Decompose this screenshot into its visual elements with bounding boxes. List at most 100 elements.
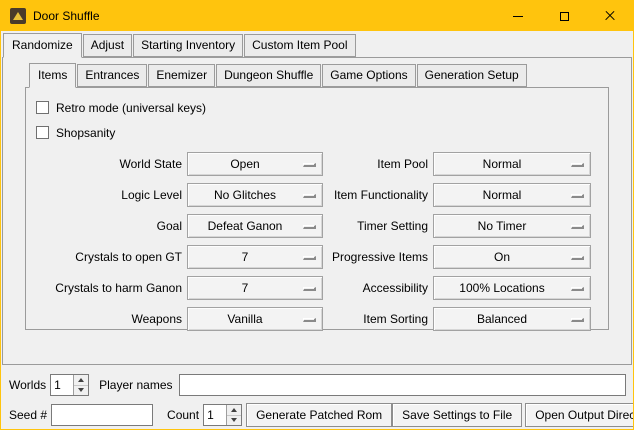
down-arrow-icon xyxy=(231,418,237,422)
dropdown-indicator-icon xyxy=(571,256,584,260)
world-state-value: Open xyxy=(230,157,259,171)
weapons-dropdown[interactable]: Vanilla xyxy=(187,307,323,331)
crystals-open-gt-value: 7 xyxy=(242,250,249,264)
dropdown-indicator-icon xyxy=(571,163,584,167)
tab-entrances[interactable]: Entrances xyxy=(77,64,147,87)
count-spin-up-button[interactable] xyxy=(227,405,241,415)
crystals-open-gt-label: Crystals to open GT xyxy=(32,245,182,269)
door-shuffle-window: Door Shuffle Randomize Adjust Starting I… xyxy=(0,0,634,430)
tab-game-options[interactable]: Game Options xyxy=(322,64,415,87)
goal-label: Goal xyxy=(32,214,182,238)
count-label: Count xyxy=(167,408,199,422)
tab-items[interactable]: Items xyxy=(29,63,76,88)
close-button[interactable] xyxy=(587,1,633,31)
seed-input[interactable] xyxy=(51,404,153,426)
timer-setting-dropdown[interactable]: No Timer xyxy=(433,214,591,238)
player-names-input[interactable] xyxy=(179,374,627,396)
dropdown-indicator-icon xyxy=(303,163,316,167)
retro-mode-checkbox[interactable]: Retro mode (universal keys) xyxy=(32,95,608,120)
item-sorting-value: Balanced xyxy=(477,312,527,326)
accessibility-dropdown[interactable]: 100% Locations xyxy=(433,276,591,300)
dropdown-indicator-icon xyxy=(571,194,584,198)
dropdown-indicator-icon xyxy=(303,318,316,322)
titlebar: Door Shuffle xyxy=(1,1,633,31)
progressive-items-label: Progressive Items xyxy=(328,245,428,269)
count-input[interactable] xyxy=(204,405,226,425)
checkbox-icon xyxy=(36,126,49,139)
world-state-label: World State xyxy=(32,152,182,176)
up-arrow-icon xyxy=(231,408,237,412)
logic-level-value: No Glitches xyxy=(214,188,276,202)
accessibility-label: Accessibility xyxy=(328,276,428,300)
crystals-harm-ganon-dropdown[interactable]: 7 xyxy=(187,276,323,300)
seed-label: Seed # xyxy=(9,408,47,422)
weapons-label: Weapons xyxy=(32,307,182,331)
tab-randomize[interactable]: Randomize xyxy=(3,33,82,58)
player-names-label: Player names xyxy=(99,378,172,392)
down-arrow-icon xyxy=(78,388,84,392)
save-settings-button[interactable]: Save Settings to File xyxy=(392,403,522,427)
close-icon xyxy=(604,10,616,22)
minimize-button[interactable] xyxy=(495,1,541,31)
worlds-input[interactable] xyxy=(51,375,73,395)
inner-tab-bar: Items Entrances Enemizer Dungeon Shuffle… xyxy=(29,63,631,87)
dropdown-indicator-icon xyxy=(571,287,584,291)
dropdown-indicator-icon xyxy=(303,287,316,291)
shopsanity-checkbox[interactable]: Shopsanity xyxy=(32,120,608,145)
timer-setting-value: No Timer xyxy=(478,219,527,233)
worlds-spinbox xyxy=(50,374,89,396)
progressive-items-value: On xyxy=(494,250,510,264)
worlds-spin-down-button[interactable] xyxy=(74,385,88,396)
crystals-harm-ganon-value: 7 xyxy=(242,281,249,295)
item-functionality-value: Normal xyxy=(483,188,522,202)
generate-patched-rom-button[interactable]: Generate Patched Rom xyxy=(246,403,392,427)
checkbox-icon xyxy=(36,101,49,114)
count-spin-down-button[interactable] xyxy=(227,415,241,426)
world-state-dropdown[interactable]: Open xyxy=(187,152,323,176)
outer-tab-bar: Randomize Adjust Starting Inventory Cust… xyxy=(3,33,633,57)
tab-adjust[interactable]: Adjust xyxy=(83,34,132,57)
open-output-directory-button[interactable]: Open Output Directory xyxy=(525,403,634,427)
progressive-items-dropdown[interactable]: On xyxy=(433,245,591,269)
timer-setting-label: Timer Setting xyxy=(328,214,428,238)
crystals-open-gt-dropdown[interactable]: 7 xyxy=(187,245,323,269)
tab-enemizer[interactable]: Enemizer xyxy=(148,64,215,87)
dropdown-indicator-icon xyxy=(303,194,316,198)
logic-level-dropdown[interactable]: No Glitches xyxy=(187,183,323,207)
logic-level-label: Logic Level xyxy=(32,183,182,207)
worlds-spin-up-button[interactable] xyxy=(74,375,88,385)
maximize-icon xyxy=(560,12,569,21)
item-functionality-dropdown[interactable]: Normal xyxy=(433,183,591,207)
goal-dropdown[interactable]: Defeat Ganon xyxy=(187,214,323,238)
count-spinbox xyxy=(203,404,242,426)
app-icon xyxy=(10,8,26,24)
dropdown-indicator-icon xyxy=(303,225,316,229)
options-grid: World State Open Item Pool Normal Logic … xyxy=(32,152,608,331)
retro-mode-label: Retro mode (universal keys) xyxy=(56,101,206,115)
up-arrow-icon xyxy=(78,378,84,382)
tab-dungeon-shuffle[interactable]: Dungeon Shuffle xyxy=(216,64,321,87)
tab-custom-item-pool[interactable]: Custom Item Pool xyxy=(244,34,355,57)
tab-starting-inventory[interactable]: Starting Inventory xyxy=(133,34,243,57)
dropdown-indicator-icon xyxy=(571,318,584,322)
worlds-label: Worlds xyxy=(9,378,46,392)
tab-generation-setup[interactable]: Generation Setup xyxy=(417,64,527,87)
shopsanity-label: Shopsanity xyxy=(56,126,115,140)
accessibility-value: 100% Locations xyxy=(459,281,544,295)
item-sorting-label: Item Sorting xyxy=(328,307,428,331)
item-sorting-dropdown[interactable]: Balanced xyxy=(433,307,591,331)
weapons-value: Vanilla xyxy=(227,312,262,326)
window-controls xyxy=(495,1,633,31)
crystals-harm-ganon-label: Crystals to harm Ganon xyxy=(32,276,182,300)
bottom-bar: Worlds Player names Seed # Count xyxy=(1,365,633,429)
item-pool-dropdown[interactable]: Normal xyxy=(433,152,591,176)
item-functionality-label: Item Functionality xyxy=(328,183,428,207)
maximize-button[interactable] xyxy=(541,1,587,31)
count-spin-arrows xyxy=(226,405,241,425)
dropdown-indicator-icon xyxy=(571,225,584,229)
item-pool-value: Normal xyxy=(483,157,522,171)
goal-value: Defeat Ganon xyxy=(208,219,283,233)
items-pane: Retro mode (universal keys) Shopsanity W… xyxy=(25,87,609,330)
worlds-spin-arrows xyxy=(73,375,88,395)
item-pool-label: Item Pool xyxy=(328,152,428,176)
